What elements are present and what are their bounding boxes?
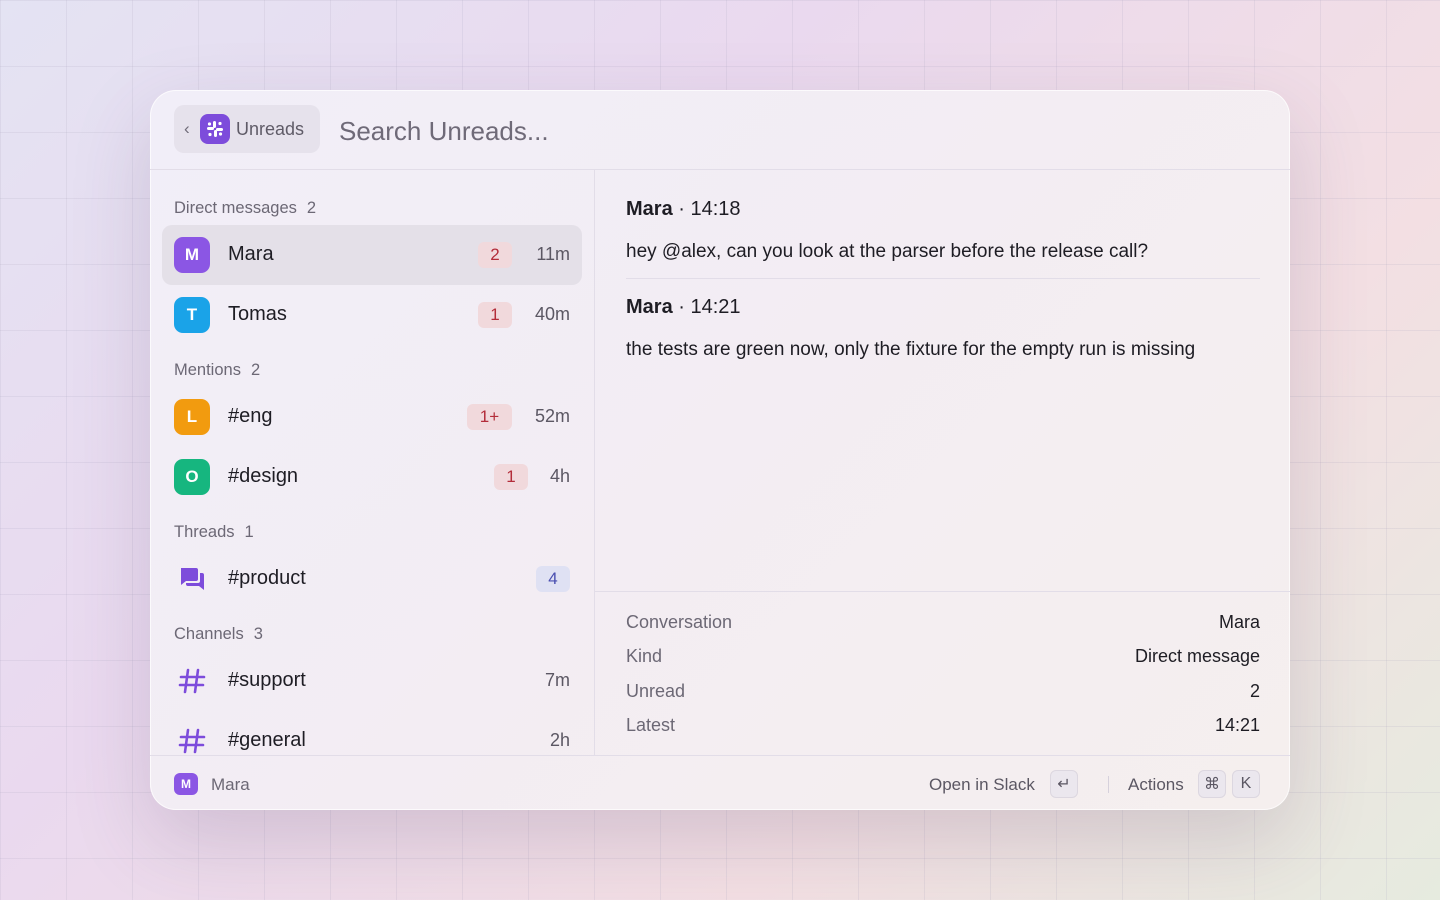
list-item-label: #general: [228, 729, 306, 751]
chevron-left-icon: ‹: [184, 119, 190, 138]
breadcrumb-label: Unreads: [236, 118, 305, 139]
list-item-general[interactable]: #general 2h: [162, 711, 582, 755]
avatar: T: [174, 297, 210, 333]
list-item-label: #product: [228, 567, 306, 589]
message-author: Mara: [626, 296, 673, 318]
section-label: Channels: [174, 625, 244, 643]
k-key-icon: K: [1232, 770, 1260, 798]
metadata-value: 14:21: [1214, 715, 1260, 735]
section-count: 2: [306, 199, 317, 217]
metadata-key: Latest: [626, 715, 676, 735]
mention-badge: 1: [494, 464, 528, 490]
metadata-row-conversation: Conversation Mara: [626, 612, 1260, 636]
avatar: M: [174, 237, 210, 273]
message-divider: [626, 278, 1260, 279]
hash-icon: [174, 663, 210, 699]
thread-badge: 4: [536, 566, 570, 592]
list-item-eng[interactable]: L #eng 1+ 52m: [162, 387, 582, 447]
list-item-label: #design: [228, 465, 299, 487]
message-text: hey @alex, can you look at the parser be…: [626, 241, 1149, 262]
unreads-window: ‹ Unreads Search Unreads... Direct messa…: [150, 90, 1290, 810]
avatar: L: [174, 399, 210, 435]
section-label: Mentions: [174, 361, 241, 379]
search-input[interactable]: [337, 110, 1041, 152]
selected-item-name: Mara: [211, 775, 250, 794]
list-item-time: 7m: [544, 670, 570, 690]
message-text: the tests are green now, only the fixtur…: [626, 339, 1196, 360]
search-header: ‹ Unreads: [150, 90, 1290, 170]
hash-icon: [174, 723, 210, 755]
metadata-row-kind: Kind Direct message: [626, 646, 1260, 670]
open-in-slack-button[interactable]: Open in Slack: [929, 775, 1035, 795]
metadata-divider: [595, 591, 1290, 592]
list-item-support[interactable]: #support 7m: [162, 651, 582, 711]
list-item-tomas[interactable]: T Tomas 1 40m: [162, 285, 582, 345]
unread-badge: 1: [478, 302, 512, 328]
message-author: Mara: [626, 198, 673, 220]
slack-icon: [200, 114, 230, 144]
list-item-time: 11m: [536, 244, 570, 264]
action-bar: M Mara Open in Slack ↵ Actions ⌘ K: [150, 755, 1290, 810]
list-item-label: Mara: [228, 243, 274, 265]
section-title-mentions: Mentions 2: [174, 361, 260, 380]
section-title-threads: Threads 1: [174, 523, 254, 542]
avatar: M: [174, 773, 198, 795]
list-item-mara[interactable]: M Mara 2 11m: [162, 225, 582, 285]
metadata-key: Kind: [626, 646, 663, 666]
message-header: Mara · 14:21: [626, 296, 741, 319]
section-title-channels: Channels 3: [174, 625, 263, 644]
section-count: 3: [253, 625, 263, 643]
section-count: 2: [250, 361, 261, 379]
metadata-value: Mara: [1218, 612, 1260, 632]
mention-badge: 1+: [467, 404, 512, 430]
metadata-row-unread: Unread 2: [626, 681, 1260, 705]
section-label: Direct messages: [174, 199, 297, 217]
list-item-label: Tomas: [228, 303, 287, 325]
command-key-icon: ⌘: [1198, 770, 1226, 798]
metadata-key: Unread: [626, 681, 686, 701]
message-time: · 14:21: [678, 296, 741, 318]
list-item-time: 40m: [534, 304, 570, 324]
enter-key-icon: ↵: [1050, 770, 1078, 798]
list-item-time: 52m: [534, 406, 570, 426]
avatar: O: [174, 459, 210, 495]
metadata-row-latest: Latest 14:21: [626, 715, 1260, 739]
actions-button[interactable]: Actions: [1128, 775, 1184, 795]
unread-badge: 2: [478, 242, 512, 268]
list-item-design[interactable]: O #design 1 4h: [162, 447, 582, 507]
metadata-value: 2: [1249, 681, 1260, 701]
preview-pane: Mara · 14:18 hey @alex, can you look at …: [595, 170, 1290, 755]
list-item-label: #support: [228, 669, 306, 691]
message-header: Mara · 14:18: [626, 198, 741, 221]
section-label: Threads: [174, 523, 235, 541]
list-item-label: #eng: [228, 405, 273, 427]
unreads-list[interactable]: Direct messages 2 M Mara 2 11m T Tomas 1 …: [150, 170, 595, 755]
divider: [1108, 776, 1109, 793]
breadcrumb-back-button[interactable]: ‹ Unreads: [174, 105, 320, 153]
metadata-key: Conversation: [626, 612, 733, 632]
metadata-value: Direct message: [1134, 646, 1260, 666]
section-title-direct-messages: Direct messages 2: [174, 199, 316, 218]
list-item-time: 2h: [549, 730, 570, 750]
section-count: 1: [244, 523, 254, 541]
thread-icon: [174, 561, 210, 597]
message-time: · 14:18: [678, 198, 741, 220]
list-item-product[interactable]: #product 4: [162, 549, 582, 609]
list-item-time: 4h: [549, 466, 570, 486]
